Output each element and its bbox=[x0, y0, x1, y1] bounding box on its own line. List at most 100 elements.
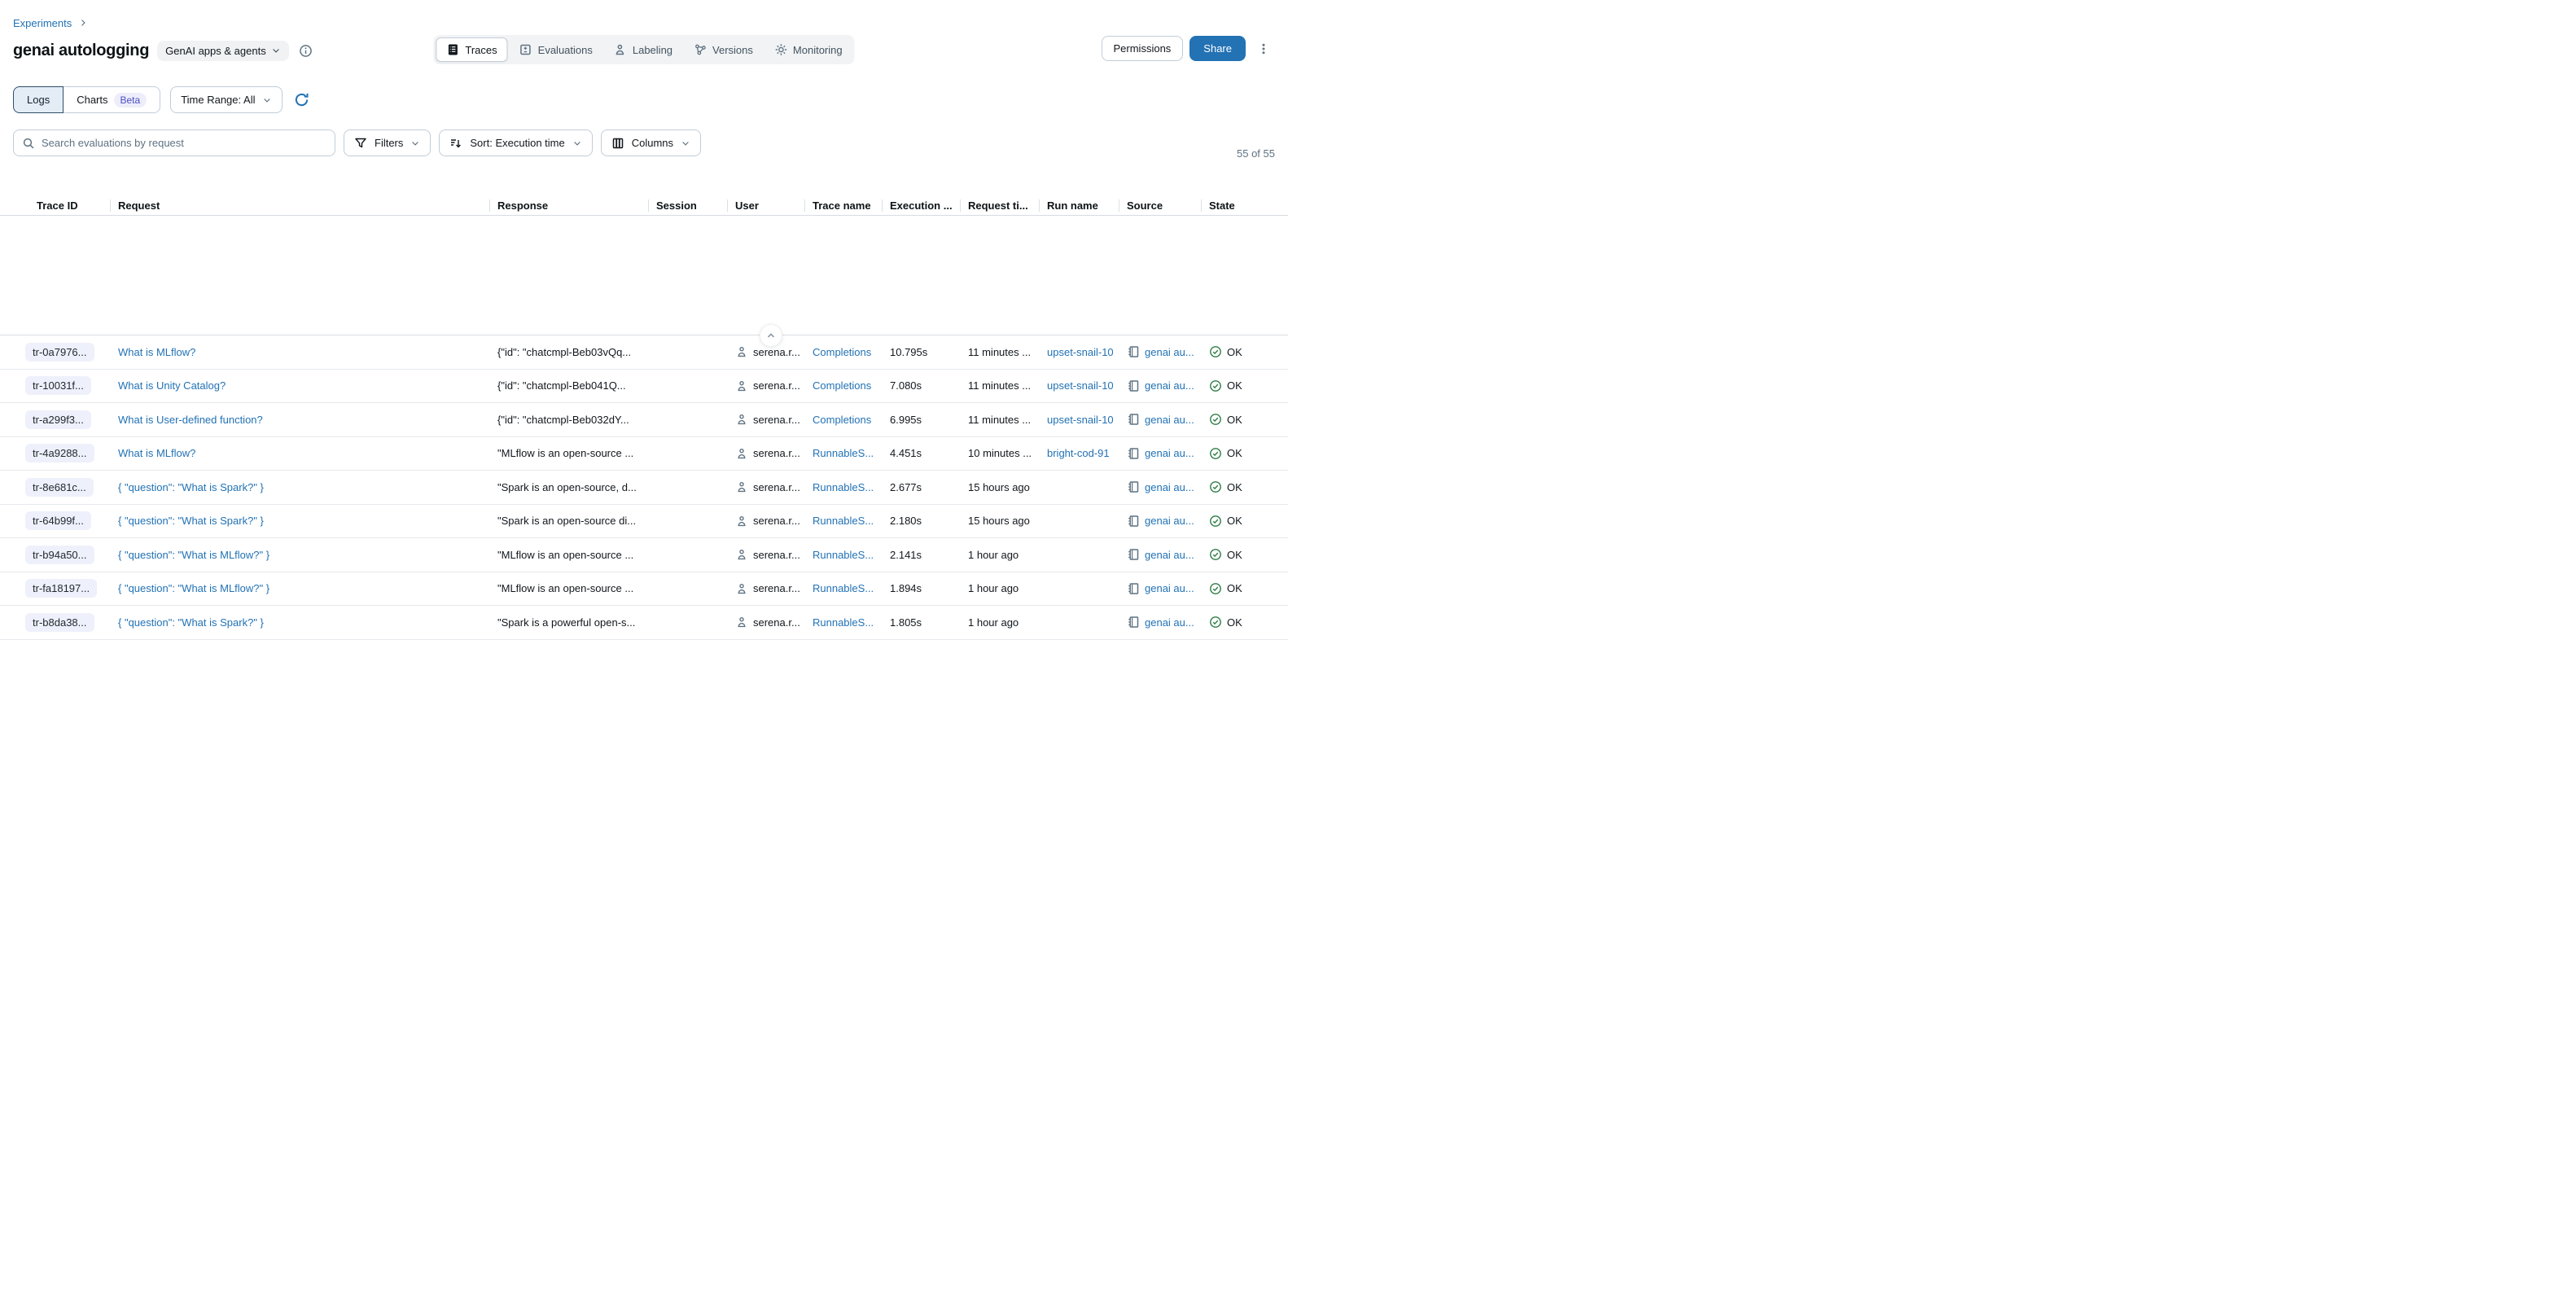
run-name-link[interactable]: upset-snail-10 bbox=[1047, 379, 1114, 392]
column-header-user[interactable]: User bbox=[727, 199, 804, 212]
tab-traces[interactable]: Traces bbox=[436, 37, 507, 62]
source-link[interactable]: genai au... bbox=[1145, 379, 1194, 392]
overflow-menu-button[interactable] bbox=[1252, 39, 1275, 59]
column-header-source[interactable]: Source bbox=[1119, 199, 1201, 212]
state-label: OK bbox=[1227, 549, 1242, 561]
source-link[interactable]: genai au... bbox=[1145, 616, 1194, 629]
request-cell: { "question": "What is MLflow?" } bbox=[110, 549, 489, 561]
request-link[interactable]: { "question": "What is MLflow?" } bbox=[118, 582, 269, 594]
trace-id-pill[interactable]: tr-fa18197... bbox=[25, 579, 97, 598]
trace-id-pill[interactable]: tr-8e681c... bbox=[25, 478, 94, 497]
versions-graph-icon bbox=[694, 43, 707, 56]
beta-badge: Beta bbox=[114, 93, 147, 107]
trace-id-pill[interactable]: tr-4a9288... bbox=[25, 444, 94, 462]
column-header-request-time[interactable]: Request ti... bbox=[960, 199, 1039, 212]
column-header-trace-name[interactable]: Trace name bbox=[804, 199, 882, 212]
trace-id-pill[interactable]: tr-64b99f... bbox=[25, 511, 91, 530]
column-header-request[interactable]: Request bbox=[110, 199, 489, 212]
table-row[interactable]: tr-0a7976... What is MLflow? {"id": "cha… bbox=[0, 335, 1288, 370]
source-link[interactable]: genai au... bbox=[1145, 515, 1194, 527]
column-header-run-name[interactable]: Run name bbox=[1039, 199, 1119, 212]
permissions-button[interactable]: Permissions bbox=[1102, 36, 1184, 61]
filters-dropdown[interactable]: Filters bbox=[344, 129, 431, 156]
columns-dropdown[interactable]: Columns bbox=[601, 129, 701, 156]
table-row[interactable]: tr-b8da38... { "question": "What is Spar… bbox=[0, 606, 1288, 640]
trace-name-link[interactable]: Completions bbox=[813, 379, 871, 392]
breadcrumb-experiments-link[interactable]: Experiments bbox=[13, 17, 72, 29]
state-cell: OK bbox=[1201, 413, 1275, 426]
traces-table: Trace ID Request Response Session User T… bbox=[0, 196, 1288, 640]
table-row[interactable]: tr-8e681c... { "question": "What is Spar… bbox=[0, 471, 1288, 505]
traces-page: Experiments genai autologging GenAI apps… bbox=[0, 0, 1288, 640]
request-link[interactable]: What is Unity Catalog? bbox=[118, 379, 226, 392]
trace-id-pill[interactable]: tr-a299f3... bbox=[25, 410, 91, 429]
logs-toggle[interactable]: Logs bbox=[13, 86, 64, 113]
refresh-button[interactable] bbox=[292, 90, 311, 109]
source-cell: genai au... bbox=[1119, 616, 1201, 629]
trace-id-cell: tr-fa18197... bbox=[13, 579, 110, 598]
column-header-session[interactable]: Session bbox=[648, 199, 727, 212]
state-cell: OK bbox=[1201, 345, 1275, 358]
search-box bbox=[13, 129, 335, 156]
source-link[interactable]: genai au... bbox=[1145, 346, 1194, 358]
source-link[interactable]: genai au... bbox=[1145, 549, 1194, 561]
experiment-type-badge[interactable]: GenAI apps & agents bbox=[157, 41, 289, 61]
column-header-state[interactable]: State bbox=[1201, 199, 1275, 212]
source-link[interactable]: genai au... bbox=[1145, 582, 1194, 594]
request-link[interactable]: { "question": "What is Spark?" } bbox=[118, 481, 264, 493]
trace-id-pill[interactable]: tr-0a7976... bbox=[25, 343, 94, 362]
trace-name-link[interactable]: RunnableS... bbox=[813, 549, 874, 561]
search-input[interactable] bbox=[42, 137, 326, 149]
trace-name-cell: Completions bbox=[804, 414, 882, 426]
request-link[interactable]: { "question": "What is Spark?" } bbox=[118, 515, 264, 527]
request-link[interactable]: { "question": "What is Spark?" } bbox=[118, 616, 264, 629]
list-icon bbox=[446, 43, 459, 56]
trace-id-pill[interactable]: tr-b94a50... bbox=[25, 546, 94, 564]
table-row[interactable]: tr-64b99f... { "question": "What is Spar… bbox=[0, 505, 1288, 539]
table-row[interactable]: tr-10031f... What is Unity Catalog? {"id… bbox=[0, 370, 1288, 404]
request-link[interactable]: What is MLflow? bbox=[118, 346, 195, 358]
share-button[interactable]: Share bbox=[1189, 36, 1246, 61]
trace-id-pill[interactable]: tr-b8da38... bbox=[25, 613, 94, 632]
column-header-trace-id[interactable]: Trace ID bbox=[13, 199, 110, 212]
table-row[interactable]: tr-a299f3... What is User-defined functi… bbox=[0, 403, 1288, 437]
time-range-dropdown[interactable]: Time Range: All bbox=[170, 86, 283, 113]
request-link[interactable]: What is MLflow? bbox=[118, 447, 195, 459]
trace-name-link[interactable]: RunnableS... bbox=[813, 481, 874, 493]
user-cell: serena.r... bbox=[727, 345, 804, 358]
run-name-link[interactable]: upset-snail-10 bbox=[1047, 414, 1114, 426]
collapsed-rows-area bbox=[0, 216, 1288, 335]
source-link[interactable]: genai au... bbox=[1145, 414, 1194, 426]
info-icon[interactable] bbox=[299, 44, 313, 58]
run-name-link[interactable]: bright-cod-91 bbox=[1047, 447, 1110, 459]
column-header-execution[interactable]: Execution ... bbox=[882, 199, 960, 212]
tab-labeling[interactable]: Labeling bbox=[604, 38, 682, 61]
trace-id-pill[interactable]: tr-10031f... bbox=[25, 376, 91, 395]
request-link[interactable]: { "question": "What is MLflow?" } bbox=[118, 549, 269, 561]
source-link[interactable]: genai au... bbox=[1145, 481, 1194, 493]
trace-name-link[interactable]: Completions bbox=[813, 414, 871, 426]
trace-name-link[interactable]: RunnableS... bbox=[813, 582, 874, 594]
table-row[interactable]: tr-b94a50... { "question": "What is MLfl… bbox=[0, 538, 1288, 572]
table-row[interactable]: tr-fa18197... { "question": "What is MLf… bbox=[0, 572, 1288, 607]
trace-name-cell: RunnableS... bbox=[804, 616, 882, 629]
table-row[interactable]: tr-4a9288... What is MLflow? "MLflow is … bbox=[0, 437, 1288, 471]
collapse-rows-button[interactable] bbox=[760, 324, 782, 347]
tab-evaluations[interactable]: Evaluations bbox=[510, 38, 602, 61]
column-header-response[interactable]: Response bbox=[489, 199, 648, 212]
trace-name-link[interactable]: RunnableS... bbox=[813, 447, 874, 459]
tab-monitoring[interactable]: Monitoring bbox=[764, 38, 852, 61]
trace-name-link[interactable]: Completions bbox=[813, 346, 871, 358]
trace-name-link[interactable]: RunnableS... bbox=[813, 616, 874, 629]
user-name: serena.r... bbox=[753, 515, 800, 527]
trace-name-link[interactable]: RunnableS... bbox=[813, 515, 874, 527]
run-name-link[interactable]: upset-snail-10 bbox=[1047, 346, 1114, 358]
tab-versions[interactable]: Versions bbox=[684, 38, 763, 61]
trace-name-cell: RunnableS... bbox=[804, 481, 882, 493]
request-link[interactable]: What is User-defined function? bbox=[118, 414, 263, 426]
source-link[interactable]: genai au... bbox=[1145, 447, 1194, 459]
check-circle-icon bbox=[1209, 413, 1222, 426]
charts-toggle[interactable]: Charts Beta bbox=[64, 86, 160, 113]
execution-time-cell: 6.995s bbox=[882, 414, 960, 426]
sort-dropdown[interactable]: Sort: Execution time bbox=[439, 129, 592, 156]
